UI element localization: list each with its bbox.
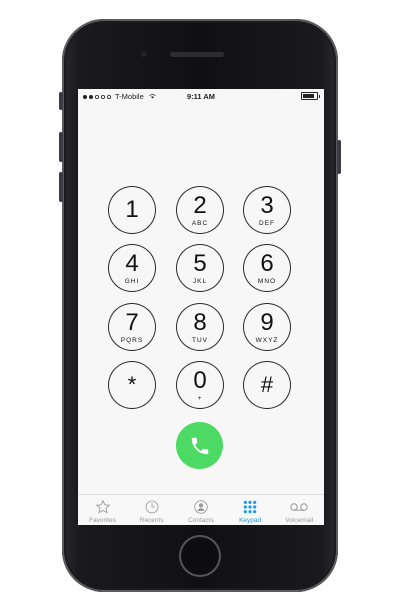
key-letters: ABC (191, 219, 209, 227)
home-button[interactable] (179, 535, 221, 577)
key-digit: 1 (125, 196, 139, 223)
key-digit: 9 (260, 308, 274, 336)
tab-label: Contacts (188, 517, 214, 524)
key-letters: TUV (192, 336, 208, 344)
key-digit: 5 (193, 249, 207, 277)
status-time: 9:11 AM (186, 92, 216, 101)
key-digit: 7 (125, 308, 139, 336)
volume-down-button (59, 172, 63, 202)
keypad-key[interactable]: 6 MNO (243, 244, 291, 292)
tab-label: Voicemail (285, 517, 314, 524)
mute-switch (59, 92, 63, 110)
tab-bar: Favorites Recents Contacts Keypad Voicemail (78, 494, 324, 525)
keypad-key[interactable]: 5 JKL (176, 244, 224, 292)
star-icon (95, 498, 111, 516)
key-digit: 2 (193, 191, 207, 219)
status-bar: T-Mobile 9:11 AM (78, 89, 324, 103)
key-digit: 0 (193, 366, 207, 394)
keypad-key[interactable]: 7 PQRS (108, 303, 156, 351)
key-letters: GHI (124, 277, 140, 285)
key-digit: * (127, 372, 137, 397)
person-icon (193, 498, 209, 516)
battery-icon (301, 92, 320, 100)
earpiece-speaker (170, 52, 224, 57)
key-letters: DEF (259, 219, 275, 227)
clock-icon (144, 498, 160, 516)
tab-voicemail[interactable]: Voicemail (275, 498, 324, 524)
tab-keypad[interactable]: Keypad (226, 498, 275, 524)
key-letters: PQRS (120, 336, 144, 344)
tab-label: Recents (139, 517, 164, 524)
keypad-key[interactable]: 8 TUV (176, 303, 224, 351)
keypad-key[interactable]: 4 GHI (108, 244, 156, 292)
keypad-key[interactable]: 2 ABC (176, 186, 224, 234)
key-digit: 6 (260, 249, 274, 277)
key-digit: 8 (193, 308, 207, 336)
key-digit: 3 (260, 191, 274, 219)
key-digit: # (260, 372, 274, 397)
phone-screen: T-Mobile 9:11 AM 1 2 ABC 3 DEF 4 GHI 5 JKL 6 MNO 7 P… (78, 89, 324, 525)
phone-handset-icon (191, 437, 208, 454)
key-letters: + (197, 394, 203, 402)
keypad-key[interactable]: * (108, 361, 156, 409)
tab-label: Keypad (239, 517, 262, 524)
key-letters: JKL (192, 277, 208, 285)
keypad-key[interactable]: 3 DEF (243, 186, 291, 234)
tab-favorites[interactable]: Favorites (78, 498, 127, 524)
tab-recents[interactable]: Recents (127, 498, 176, 524)
volume-up-button (59, 132, 63, 162)
call-button[interactable] (176, 422, 223, 469)
keypad-key[interactable]: 9 WXYZ (243, 303, 291, 351)
front-camera (140, 50, 148, 58)
keypad-key[interactable]: 1 (108, 186, 156, 234)
keypad-key[interactable]: # (243, 361, 291, 409)
key-letters: MNO (257, 277, 277, 285)
tab-contacts[interactable]: Contacts (176, 498, 225, 524)
keypad-key[interactable]: 0 + (176, 361, 224, 409)
voicemail-icon (289, 498, 309, 516)
tab-label: Favorites (89, 517, 116, 524)
key-letters: WXYZ (255, 336, 279, 344)
power-button (337, 140, 341, 174)
keypad-grid-icon (242, 498, 258, 516)
key-digit: 4 (125, 249, 139, 277)
